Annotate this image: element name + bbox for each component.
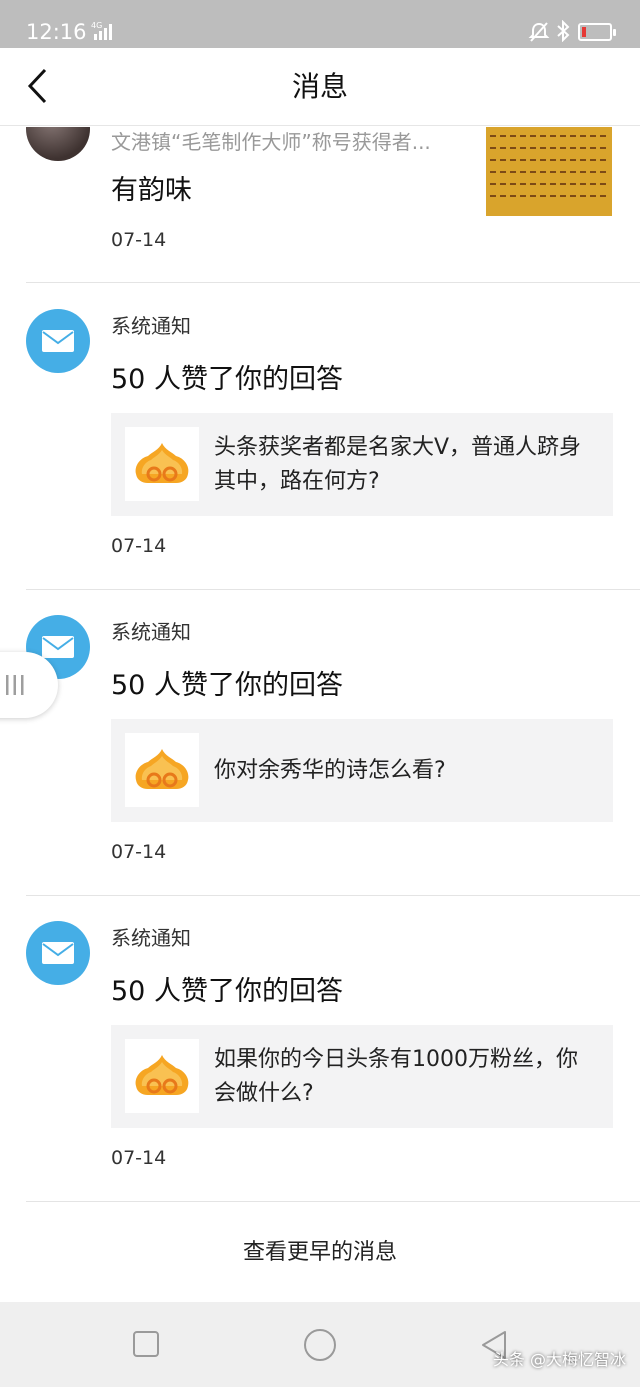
drag-handle-icon — [6, 675, 24, 695]
bluetooth-icon — [557, 20, 570, 42]
quoted-question-card[interactable]: 你对余秀华的诗怎么看? — [111, 719, 613, 822]
page-title: 消息 — [291, 70, 348, 103]
quoted-question-text: 头条获奖者都是名家大V，普通人跻身其中，路在何方? — [214, 434, 582, 494]
quoted-question-text: 如果你的今日头条有1000万粉丝，你会做什么? — [214, 1046, 578, 1106]
user-avatar[interactable] — [26, 127, 90, 161]
mail-icon — [42, 330, 74, 352]
message-date: 07-14 — [111, 229, 167, 251]
mail-avatar — [26, 921, 90, 985]
calligraphy-thumbnail[interactable] — [486, 127, 612, 216]
message-date: 07-14 — [111, 1147, 167, 1169]
message-item[interactable]: 系统通知 50 人赞了你的回答 如果你的今日头条有1000万粉丝，你会做什么? … — [0, 895, 640, 1201]
header: 消息 — [0, 48, 640, 126]
signal-icon — [94, 24, 112, 40]
wukong-logo-icon — [125, 1039, 199, 1113]
message-text: 有韵味 — [111, 175, 192, 206]
mail-avatar — [26, 309, 90, 373]
mail-icon — [42, 636, 74, 658]
quoted-question-card[interactable]: 头条获奖者都是名家大V，普通人跻身其中，路在何方? — [111, 413, 613, 516]
message-sender: 系统通知 — [111, 314, 191, 338]
message-sender: 系统通知 — [111, 926, 191, 950]
wukong-logo-icon — [125, 733, 199, 807]
home-icon[interactable] — [303, 1328, 337, 1362]
mail-icon — [42, 942, 74, 964]
message-date: 07-14 — [111, 535, 167, 557]
message-text: 50 人赞了你的回答 — [111, 976, 343, 1007]
message-item[interactable]: 系统通知 50 人赞了你的回答 你对余秀华的诗怎么看? 07-14 — [0, 589, 640, 895]
status-time: 12:16 — [26, 20, 87, 44]
status-bar: 12:16 4G — [0, 0, 640, 48]
recent-apps-icon[interactable] — [132, 1330, 160, 1358]
message-date: 07-14 — [111, 841, 167, 863]
message-text: 50 人赞了你的回答 — [111, 670, 343, 701]
watermark: 头条 @大梅忆智冰 — [492, 1350, 626, 1369]
message-list: 文港镇“毛笔制作大师”称号获得者... 有韵味 07-14 系统通知 50 人赞… — [0, 127, 640, 1302]
message-sender: 文港镇“毛笔制作大师”称号获得者... — [111, 130, 431, 154]
system-navigation-bar — [0, 1302, 640, 1387]
message-sender: 系统通知 — [111, 620, 191, 644]
message-item[interactable]: 系统通知 50 人赞了你的回答 头条获奖者都是名家大V，普通人跻身其中，路在何方… — [0, 283, 640, 589]
message-item[interactable]: 文港镇“毛笔制作大师”称号获得者... 有韵味 07-14 — [0, 127, 640, 283]
wukong-logo-icon — [125, 427, 199, 501]
quoted-question-card[interactable]: 如果你的今日头条有1000万粉丝，你会做什么? — [111, 1025, 613, 1128]
quoted-question-text: 你对余秀华的诗怎么看? — [214, 757, 446, 783]
message-text: 50 人赞了你的回答 — [111, 364, 343, 395]
view-earlier-messages-link[interactable]: 查看更早的消息 — [0, 1239, 640, 1267]
bell-muted-icon — [528, 22, 550, 42]
battery-icon — [578, 23, 616, 41]
